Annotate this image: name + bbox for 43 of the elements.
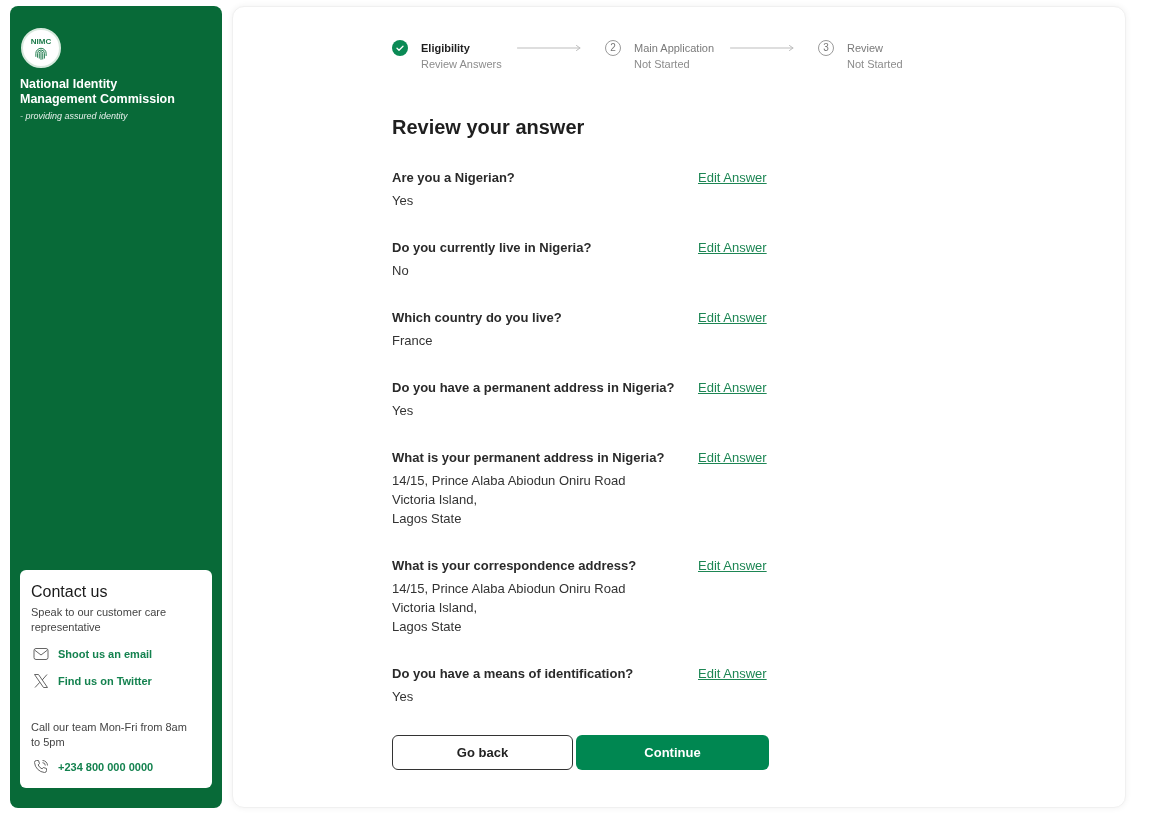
answer-text: No — [392, 262, 410, 280]
call-hours: Call our team Mon-Fri from 8am to 5pm — [31, 720, 188, 750]
question-label: Do you have a permanent address in Nigeria? — [392, 379, 676, 397]
answer-text: 14/15, Prince Alaba Abiodun Oniru Road Victoria Island, Lagos State — [392, 472, 627, 528]
step-title: Main Application — [634, 41, 716, 56]
contact-description: Speak to our customer care representative — [31, 605, 168, 635]
answer-text: France — [392, 332, 434, 350]
phone-link[interactable]: +234 800 000 0000 — [58, 759, 154, 775]
edit-answer-link[interactable]: Edit Answer — [698, 169, 767, 187]
question-label: Do you have a means of identification? — [392, 665, 635, 683]
answer-text: Yes — [392, 192, 415, 210]
answer-text: Yes — [392, 402, 415, 420]
tagline: - providing assured identity — [20, 110, 129, 122]
answer-text: 14/15, Prince Alaba Abiodun Oniru Road Victoria Island, Lagos State — [392, 580, 627, 636]
question-label: Do you currently live in Nigeria? — [392, 239, 593, 257]
phone-icon — [33, 759, 49, 775]
go-back-button[interactable]: Go back — [392, 735, 573, 770]
contact-link[interactable]: Shoot us an email — [58, 646, 153, 662]
step-status: Review Answers — [421, 57, 503, 72]
question-label: What is your permanent address in Nigeria? — [392, 449, 666, 467]
step-status: Not Started — [847, 57, 904, 72]
page-heading: Review your answer — [392, 115, 586, 140]
logo-text: NIMC — [30, 36, 52, 46]
edit-answer-link[interactable]: Edit Answer — [698, 557, 767, 575]
question-label: Which country do you live? — [392, 309, 563, 327]
edit-answer-link[interactable]: Edit Answer — [698, 449, 767, 467]
step-status: Not Started — [634, 57, 691, 72]
step-title: Eligibility — [421, 41, 471, 56]
edit-answer-link[interactable]: Edit Answer — [698, 239, 767, 257]
contact-title: Contact us — [31, 582, 109, 602]
question-label: What is your correspondence address? — [392, 557, 638, 575]
envelope-icon — [33, 646, 49, 662]
step-title: Review — [847, 41, 885, 56]
question-label: Are you a Nigerian? — [392, 169, 516, 187]
contact-link[interactable]: Find us on Twitter — [58, 673, 152, 689]
x-logo-icon — [33, 673, 49, 689]
edit-answer-link[interactable]: Edit Answer — [698, 309, 767, 327]
answer-text: Yes — [392, 688, 415, 706]
organization-name: National Identity Management Commission — [20, 77, 176, 107]
fingerprint-icon — [35, 45, 47, 60]
edit-answer-link[interactable]: Edit Answer — [698, 665, 767, 683]
continue-button[interactable]: Continue — [576, 735, 769, 770]
edit-answer-link[interactable]: Edit Answer — [698, 379, 767, 397]
